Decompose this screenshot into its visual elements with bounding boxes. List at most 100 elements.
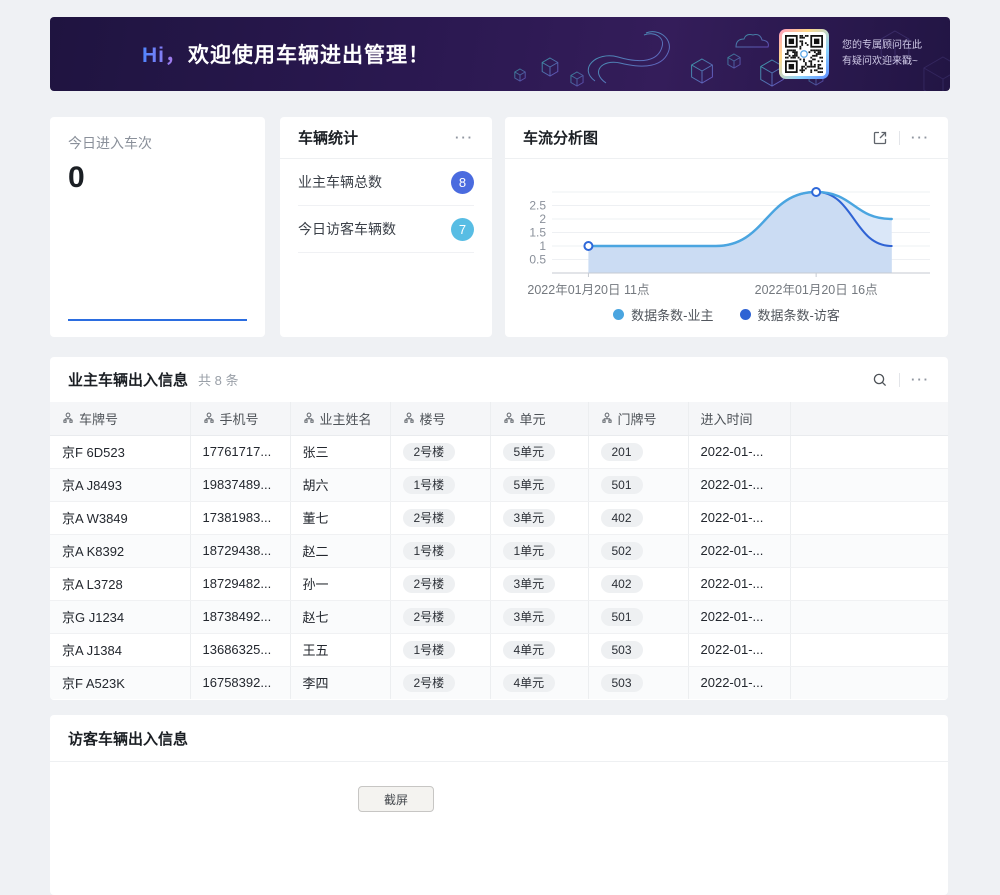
search-icon[interactable] bbox=[872, 372, 888, 388]
table-cell: 5单元 bbox=[490, 435, 588, 468]
table-cell: 1号楼 bbox=[390, 633, 490, 666]
tag-pill: 2号楼 bbox=[403, 608, 456, 626]
tag-pill: 201 bbox=[601, 443, 643, 461]
table-cell: 京F 6D523 bbox=[50, 435, 190, 468]
visitor-table-title: 访客车辆出入信息 bbox=[68, 728, 188, 749]
table-row[interactable]: 京A K839218729438...赵二1号楼1单元5022022-01-..… bbox=[50, 534, 948, 567]
table-cell: 京A J8493 bbox=[50, 468, 190, 501]
svg-text:1: 1 bbox=[539, 239, 546, 253]
screenshot-button[interactable]: 截屏 bbox=[358, 786, 434, 812]
vehicle-stats-card: 车辆统计 ··· 业主车辆总数 8 今日访客车辆数 7 bbox=[280, 117, 492, 337]
more-icon[interactable]: ··· bbox=[911, 131, 930, 144]
table-cell bbox=[790, 501, 948, 534]
table-row[interactable]: 京G J123418738492...赵七2号楼3单元5012022-01-..… bbox=[50, 600, 948, 633]
table-cell: 赵二 bbox=[290, 534, 390, 567]
column-header[interactable]: 业主姓名 bbox=[290, 402, 390, 435]
table-cell bbox=[790, 534, 948, 567]
column-header[interactable]: 楼号 bbox=[390, 402, 490, 435]
stat-row: 今日访客车辆数 7 bbox=[298, 206, 474, 253]
table-cell: 18738492... bbox=[190, 600, 290, 633]
table-row[interactable]: 京A J849319837489...胡六1号楼5单元5012022-01-..… bbox=[50, 468, 948, 501]
column-label: 楼号 bbox=[420, 409, 446, 428]
tag-pill: 503 bbox=[601, 674, 643, 692]
table-cell: 502 bbox=[588, 534, 688, 567]
column-header[interactable]: 车牌号 bbox=[50, 402, 190, 435]
column-label: 进入时间 bbox=[701, 409, 753, 428]
tag-pill: 2号楼 bbox=[403, 575, 456, 593]
table-cell bbox=[790, 468, 948, 501]
table-cell: 2号楼 bbox=[390, 501, 490, 534]
column-header[interactable]: 单元 bbox=[490, 402, 588, 435]
tag-pill: 3单元 bbox=[503, 575, 556, 593]
table-cell bbox=[790, 600, 948, 633]
tag-pill: 1号楼 bbox=[403, 641, 456, 659]
stat-count-badge: 7 bbox=[451, 218, 474, 241]
tag-pill: 402 bbox=[601, 509, 643, 527]
table-cell: 2号楼 bbox=[390, 567, 490, 600]
tag-pill: 2号楼 bbox=[403, 509, 456, 527]
table-cell: 2022-01-... bbox=[688, 534, 790, 567]
table-row[interactable]: 京A W384917381983...董七2号楼3单元4022022-01-..… bbox=[50, 501, 948, 534]
traffic-line-chart: 0.511.522.52022年01月20日 11点2022年01月20日 16… bbox=[505, 161, 948, 303]
column-header[interactable]: 手机号 bbox=[190, 402, 290, 435]
stat-count-badge: 8 bbox=[451, 171, 474, 194]
table-cell: 18729482... bbox=[190, 567, 290, 600]
column-label: 车牌号 bbox=[79, 409, 118, 428]
legend-item[interactable]: 数据条数-访客 bbox=[740, 305, 840, 324]
welcome-greeting: Hi，欢迎使用车辆进出管理！ bbox=[142, 17, 430, 91]
column-label: 业主姓名 bbox=[320, 409, 372, 428]
column-label: 手机号 bbox=[220, 409, 259, 428]
owner-table-title: 业主车辆出入信息 bbox=[68, 369, 188, 390]
table-cell: 董七 bbox=[290, 501, 390, 534]
column-header[interactable]: 门牌号 bbox=[588, 402, 688, 435]
greeting-highlight: Hi， bbox=[142, 39, 188, 69]
table-cell: 京F A523K bbox=[50, 666, 190, 699]
more-icon[interactable]: ··· bbox=[911, 373, 930, 386]
table-cell: 2022-01-... bbox=[688, 666, 790, 699]
greeting-text: 欢迎使用车辆进出管理！ bbox=[188, 39, 430, 69]
column-label: 单元 bbox=[520, 409, 546, 428]
table-cell: 503 bbox=[588, 633, 688, 666]
table-cell: 2022-01-... bbox=[688, 600, 790, 633]
more-icon[interactable]: ··· bbox=[455, 131, 474, 144]
table-row[interactable]: 京A L372818729482...孙一2号楼3单元4022022-01-..… bbox=[50, 567, 948, 600]
table-cell: 3单元 bbox=[490, 501, 588, 534]
divider bbox=[899, 373, 900, 387]
table-cell: 17381983... bbox=[190, 501, 290, 534]
tag-pill: 5单元 bbox=[503, 443, 556, 461]
table-cell: 16758392... bbox=[190, 666, 290, 699]
record-count: 共 8 条 bbox=[198, 370, 238, 389]
column-header[interactable]: 进入时间 bbox=[688, 402, 790, 435]
table-cell: 402 bbox=[588, 567, 688, 600]
tag-pill: 5单元 bbox=[503, 476, 556, 494]
table-row[interactable]: 京A J138413686325...王五1号楼4单元5032022-01-..… bbox=[50, 633, 948, 666]
owner-vehicles-card: 业主车辆出入信息 共 8 条 ··· 车牌号 手机号 业主姓名 楼号 单元 门牌号 进入时间… bbox=[50, 357, 948, 700]
qr-caption-line1: 您的专属顾问在此 bbox=[842, 38, 922, 54]
column-label: 门牌号 bbox=[618, 409, 657, 428]
table-row[interactable]: 京F A523K16758392...李四 2号楼 4单元 503 2022-01-..… bbox=[50, 666, 948, 699]
table-cell: 王五 bbox=[290, 633, 390, 666]
tag-pill: 2号楼 bbox=[403, 674, 456, 692]
legend-dot bbox=[740, 309, 751, 320]
table-row[interactable]: 京F 6D52317761717...张三2号楼5单元2012022-01-..… bbox=[50, 435, 948, 468]
stat-label: 业主车辆总数 bbox=[298, 172, 382, 192]
expand-icon[interactable] bbox=[872, 130, 888, 146]
legend-item[interactable]: 数据条数-业主 bbox=[613, 305, 713, 324]
table-cell: 2022-01-... bbox=[688, 468, 790, 501]
traffic-chart-card: 车流分析图 ··· 0.511.522.52022年01月20日 11点2022… bbox=[505, 117, 948, 337]
table-cell: 李四 bbox=[290, 666, 390, 699]
svg-text:1.5: 1.5 bbox=[529, 226, 546, 240]
table-cell: 京A K8392 bbox=[50, 534, 190, 567]
tag-pill: 4单元 bbox=[503, 641, 556, 659]
table-cell: 201 bbox=[588, 435, 688, 468]
table-cell: 京A L3728 bbox=[50, 567, 190, 600]
tag-pill: 3单元 bbox=[503, 608, 556, 626]
today-entries-card: 今日进入车次 0 bbox=[50, 117, 265, 337]
qr-code bbox=[779, 29, 829, 79]
table-cell: 京G J1234 bbox=[50, 600, 190, 633]
svg-text:0.5: 0.5 bbox=[529, 253, 546, 267]
tag-pill: 4单元 bbox=[503, 674, 556, 692]
tag-pill: 402 bbox=[601, 575, 643, 593]
tag-pill: 2号楼 bbox=[403, 443, 456, 461]
consultant-qr-block: 您的专属顾问在此 有疑问欢迎来戳~ bbox=[779, 29, 922, 79]
